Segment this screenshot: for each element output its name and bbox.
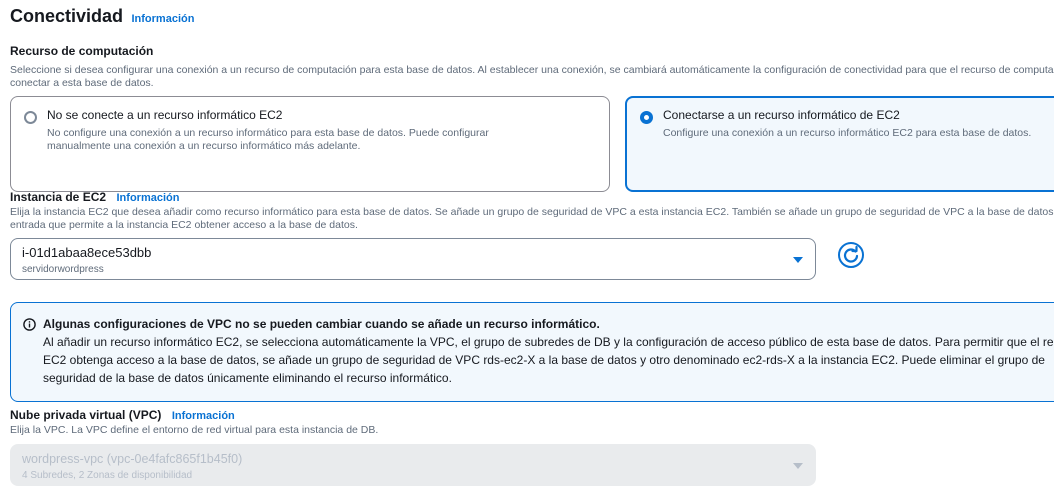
connectivity-header: Conectividad Información <box>10 6 194 27</box>
alert-line2: EC2 obtenga acceso a la base de datos, s… <box>43 353 1045 367</box>
info-alert: Algunas configuraciones de VPC no se pue… <box>10 302 1054 402</box>
option-no-ec2-desc: No configure una conexión a un recurso i… <box>47 127 489 153</box>
page-title: Conectividad <box>10 6 124 26</box>
ec2-desc-line2: entrada que permite a la instancia EC2 o… <box>10 219 358 231</box>
ec2-desc-line1: Elija la instancia EC2 que desea añadir … <box>10 206 1054 218</box>
vpc-description: Elija la VPC. La VPC define el entorno d… <box>10 424 379 436</box>
ec2-instance-description: Elija la instancia EC2 que desea añadir … <box>10 206 1054 232</box>
vpc-header: Nube privada virtual (VPC) Información <box>10 406 235 424</box>
vpc-dropdown-caret-icon <box>793 463 803 469</box>
option-no-ec2-desc-line1: No configure una conexión a un recurso i… <box>47 127 489 139</box>
alert-body: Al añadir un recurso informático EC2, se… <box>43 333 1054 387</box>
compute-desc-line1: Seleccione si desea configurar una conex… <box>10 64 1054 76</box>
ec2-selected-value: i-01d1abaa8ece53dbb <box>22 245 152 260</box>
option-connect-ec2[interactable]: Conectarse a un recurso informático de E… <box>625 96 1054 192</box>
compute-resource-label: Recurso de computación <box>10 44 154 58</box>
option-no-ec2[interactable]: No se conecte a un recurso informático E… <box>10 96 610 192</box>
option-connect-ec2-desc: Configure una conexión a un recurso info… <box>663 127 1032 139</box>
vpc-label: Nube privada virtual (VPC) <box>10 408 162 422</box>
ec2-selected-sub: servidorwordpress <box>22 264 104 275</box>
refresh-icon[interactable] <box>836 240 866 270</box>
dropdown-caret-icon <box>793 257 803 263</box>
vpc-selected-sub: 4 Subredes, 2 Zonas de disponibilidad <box>22 470 193 481</box>
compute-resource-description: Seleccione si desea configurar una conex… <box>10 64 1054 90</box>
ec2-instance-label: Instancia de EC2 <box>10 190 107 204</box>
radio-selected-icon[interactable] <box>640 111 653 124</box>
ec2-instance-header: Instancia de EC2 Información <box>10 188 179 206</box>
option-connect-ec2-title: Conectarse a un recurso informático de E… <box>663 108 900 122</box>
radio-unselected-icon[interactable] <box>24 111 37 124</box>
option-no-ec2-desc-line2: manualmente una conexión a un recurso in… <box>47 140 361 152</box>
ec2-info-link[interactable]: Información <box>117 192 180 204</box>
compute-desc-line2: conectar a esta base de datos. <box>10 77 154 89</box>
ec2-instance-select[interactable]: i-01d1abaa8ece53dbb servidorwordpress <box>10 238 816 280</box>
connectivity-info-link[interactable]: Información <box>131 13 194 25</box>
vpc-info-link[interactable]: Información <box>172 410 235 422</box>
alert-title: Algunas configuraciones de VPC no se pue… <box>43 317 600 331</box>
alert-line3: seguridad de la base de datos únicamente… <box>43 371 452 385</box>
vpc-select: wordpress-vpc (vpc-0e4fafc865f1b45f0) 4 … <box>10 444 816 486</box>
info-circle-icon <box>23 318 36 331</box>
vpc-selected-value: wordpress-vpc (vpc-0e4fafc865f1b45f0) <box>22 452 243 466</box>
alert-line1: Al añadir un recurso informático EC2, se… <box>43 335 1054 349</box>
option-no-ec2-title: No se conecte a un recurso informático E… <box>47 108 283 122</box>
